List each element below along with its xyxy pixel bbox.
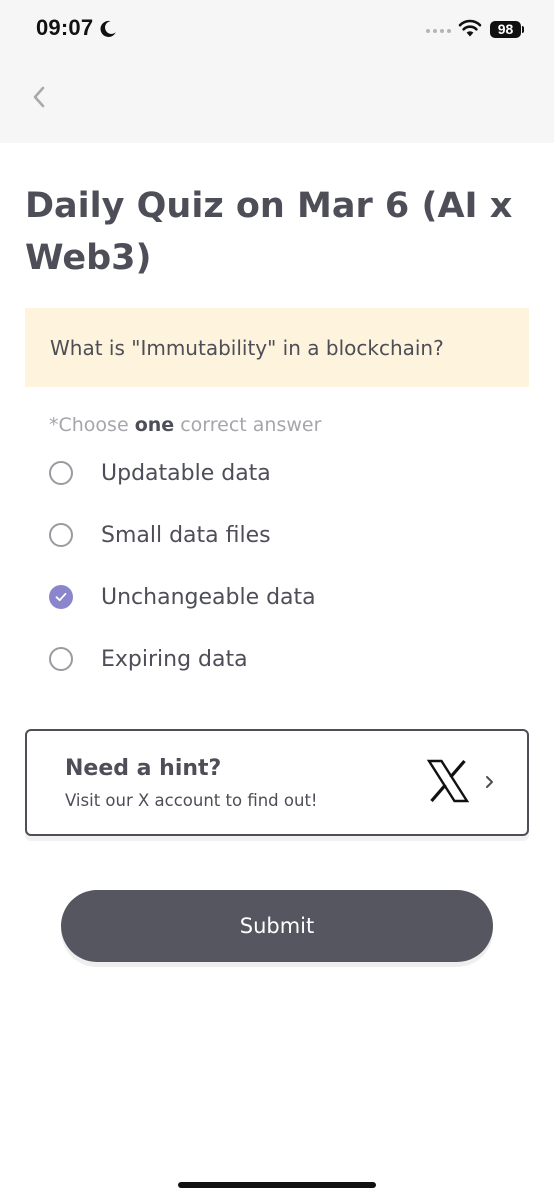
hint-card[interactable]: Need a hint? Visit our X account to find… (25, 729, 529, 836)
x-logo-icon (426, 759, 470, 803)
check-icon (55, 592, 67, 602)
instruction-prefix: *Choose (49, 414, 135, 436)
header (0, 62, 554, 143)
answer-option-label: Updatable data (101, 460, 271, 486)
moon-icon (100, 20, 116, 37)
answer-option[interactable]: Updatable data (49, 453, 509, 493)
question-box: What is "Immutability" in a blockchain? (25, 308, 529, 387)
question-text: What is "Immutability" in a blockchain? (50, 335, 444, 360)
radio-button[interactable] (49, 647, 73, 671)
status-time: 09:07 (36, 15, 94, 40)
signal-icon (426, 29, 451, 33)
hint-subtitle: Visit our X account to find out! (65, 791, 318, 810)
wifi-icon (458, 19, 482, 37)
page-title: Daily Quiz on Mar 6 (AI x Web3) (25, 186, 513, 278)
answer-option-label: Small data files (101, 522, 271, 548)
battery-tip (522, 26, 524, 33)
instruction-emphasis: one (134, 414, 175, 436)
back-button[interactable] (22, 80, 56, 114)
radio-button[interactable] (49, 461, 73, 485)
chevron-right-icon (486, 776, 493, 788)
answer-option-selected[interactable]: Unchangeable data (49, 577, 509, 617)
instruction-suffix: correct answer (174, 414, 322, 436)
answer-option-label: Unchangeable data (101, 584, 316, 610)
answer-option[interactable]: Small data files (49, 515, 509, 555)
answer-option[interactable]: Expiring data (49, 639, 509, 679)
submit-button[interactable]: Submit (61, 890, 493, 962)
home-indicator (178, 1182, 376, 1188)
chevron-left-icon (33, 86, 45, 108)
status-bar: 09:07 98 (0, 0, 554, 62)
hint-title: Need a hint? (65, 756, 222, 781)
radio-button-checked[interactable] (49, 585, 73, 609)
instruction-text: *Choose one correct answer (49, 414, 321, 436)
battery-icon: 98 (490, 21, 521, 38)
radio-button[interactable] (49, 523, 73, 547)
answer-option-label: Expiring data (101, 646, 248, 672)
